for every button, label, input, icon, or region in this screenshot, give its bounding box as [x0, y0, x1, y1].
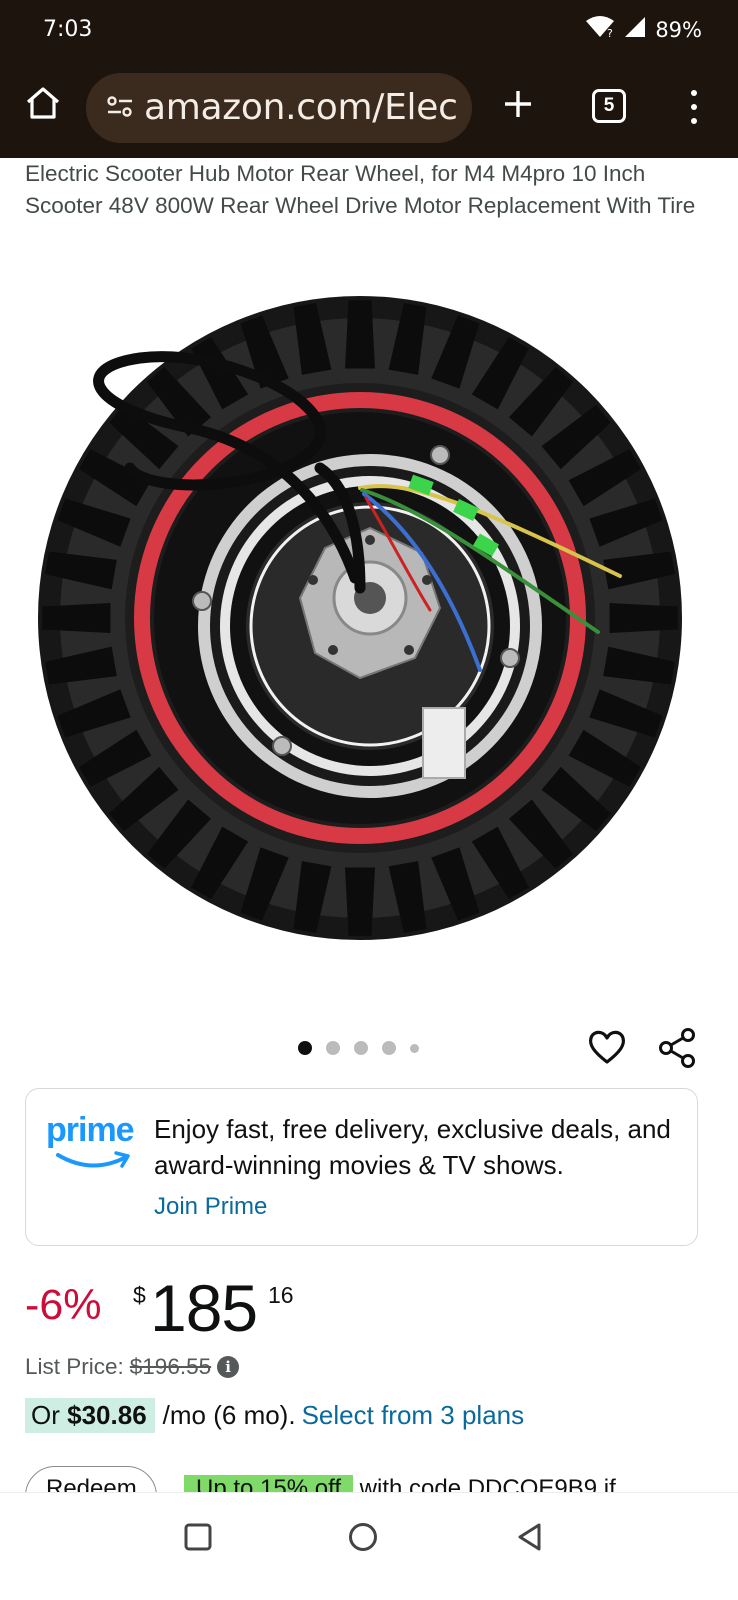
carousel-dot[interactable]	[326, 1041, 340, 1055]
battery-level: 89%	[655, 17, 702, 42]
browser-toolbar: amazon.com/Elec 5	[0, 64, 738, 154]
info-icon[interactable]: i	[217, 1356, 240, 1378]
prime-pitch: Enjoy fast, free delivery, exclusive dea…	[154, 1114, 671, 1180]
redeem-button[interactable]: Redeem	[25, 1466, 157, 1492]
new-tab-icon	[502, 88, 534, 125]
carousel-dot[interactable]	[410, 1043, 419, 1053]
prime-logo: prime	[46, 1111, 138, 1171]
monthly-suffix: /mo (6 mo).	[162, 1400, 296, 1430]
url-text: amazon.com/Elec	[144, 87, 458, 128]
site-settings-icon[interactable]	[106, 95, 134, 124]
list-price-label: List Price:	[25, 1354, 124, 1379]
home-icon	[24, 85, 62, 126]
redeem-button-label: Redeem	[46, 1475, 137, 1492]
coupon-badge: Up to 15% off	[184, 1475, 353, 1492]
overflow-menu-icon[interactable]	[684, 84, 704, 130]
price-whole: 185	[150, 1271, 258, 1345]
signal-icon	[623, 15, 647, 44]
recents-button[interactable]	[176, 1517, 220, 1561]
wishlist-heart-icon[interactable]	[586, 1026, 628, 1068]
prime-promo-card: prime Enjoy fast, free delivery, exclusi…	[25, 1088, 698, 1246]
wifi-icon: ?	[585, 15, 615, 44]
product-title: Electric Scooter Hub Motor Rear Wheel, f…	[25, 161, 696, 218]
status-bar: 7:03 ? 89%	[0, 0, 738, 58]
home-circle-icon	[347, 1521, 379, 1558]
list-price-value: $196.55	[129, 1354, 212, 1379]
join-prime-link[interactable]: Join Prime	[154, 1193, 267, 1221]
system-nav-bar	[0, 1492, 738, 1600]
home-button[interactable]	[20, 82, 66, 128]
price-currency: $	[133, 1282, 146, 1308]
carousel-dot[interactable]	[298, 1041, 312, 1055]
back-icon	[515, 1522, 545, 1557]
status-indicators: ? 89%	[585, 15, 702, 44]
share-icon[interactable]	[656, 1026, 698, 1068]
new-tab-button[interactable]	[496, 84, 540, 128]
coupon-detail: with code DDCOE9B9 if	[359, 1475, 616, 1492]
image-carousel-dots	[298, 1041, 419, 1055]
carousel-dot[interactable]	[354, 1041, 368, 1055]
monthly-highlight: Or $30.86	[25, 1398, 155, 1433]
svg-text:?: ?	[607, 27, 613, 39]
select-plans-link[interactable]: Select from 3 plans	[302, 1400, 525, 1431]
home-nav-button[interactable]	[341, 1517, 385, 1561]
address-bar[interactable]: amazon.com/Elec	[86, 73, 472, 143]
coupon-row: Redeem Up to 15% off with code DDCOE9B9 …	[0, 1466, 738, 1492]
recents-icon	[183, 1522, 213, 1557]
tab-switcher-button[interactable]: 5	[592, 89, 626, 123]
discount-percent: -6%	[25, 1281, 102, 1329]
monthly-prefix: Or	[31, 1400, 60, 1430]
coupon-text: Up to 15% off with code DDCOE9B9 if	[184, 1475, 616, 1492]
back-button[interactable]	[508, 1517, 552, 1561]
monthly-payment-row: Or $30.86 /mo (6 mo). Select from 3 plan…	[25, 1398, 524, 1433]
product-image[interactable]	[30, 258, 708, 1018]
browser-chrome: 7:03 ? 89% amazon.com/Elec 5	[0, 0, 738, 158]
carousel-dot[interactable]	[382, 1041, 396, 1055]
status-time: 7:03	[43, 17, 93, 42]
monthly-amount: $30.86	[67, 1400, 147, 1430]
price-fraction: 16	[268, 1282, 294, 1308]
prime-logo-text: prime	[46, 1111, 135, 1149]
list-price-row: List Price: $196.55 i	[25, 1354, 240, 1380]
